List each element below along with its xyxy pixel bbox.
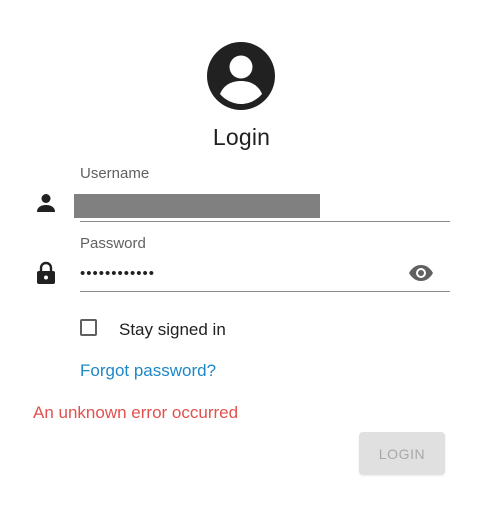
password-label: Password [80,235,146,252]
account-circle-icon [207,42,275,110]
login-button[interactable]: LOGIN [359,432,445,475]
page-title: Login [212,124,271,150]
lock-icon [37,261,55,284]
login-page: Login Username Password Stay signed in F… [0,0,477,527]
username-label: Username [80,165,150,182]
username-redaction [74,194,320,218]
password-input[interactable] [80,260,400,286]
eye-icon[interactable] [408,264,434,282]
stay-signed-in-checkbox[interactable] [80,319,97,336]
username-underline [80,221,450,222]
stay-signed-in-label[interactable]: Stay signed in [119,320,226,340]
password-underline [80,291,450,292]
person-icon [37,194,55,212]
error-message: An unknown error occurred [33,403,239,422]
forgot-password-link[interactable]: Forgot password? [80,361,216,381]
